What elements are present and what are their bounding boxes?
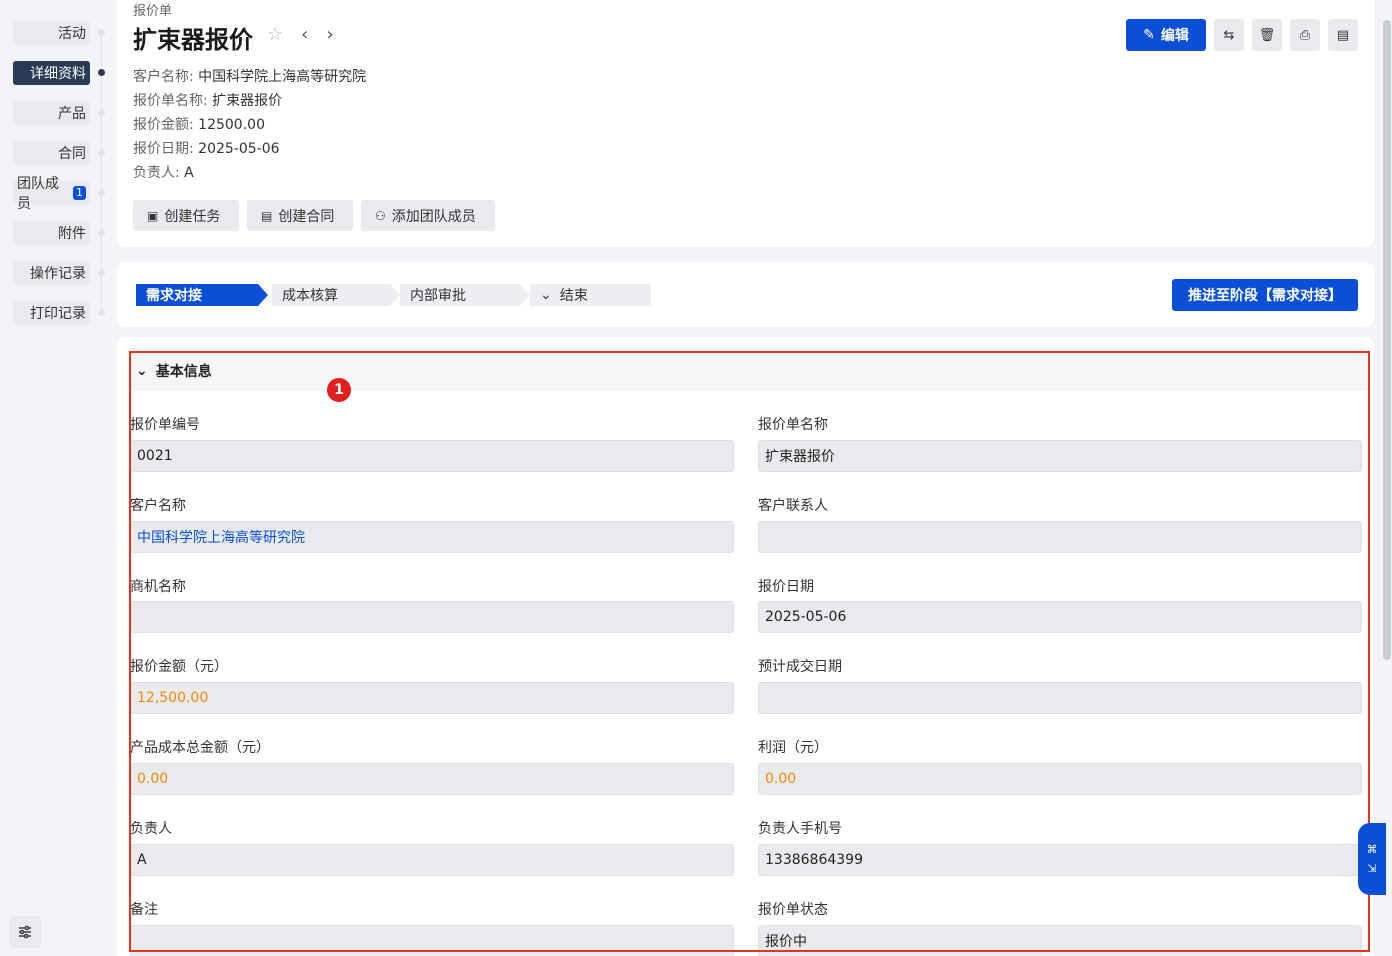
meta-amount: 报价金额: 12500.00	[133, 117, 265, 133]
users-icon: ⚇	[375, 208, 386, 223]
anchor-operation-log[interactable]: 操作记录	[13, 261, 90, 285]
transfer-icon: ⇆	[1223, 27, 1235, 43]
document-icon: ▤	[261, 208, 273, 223]
basic-info-section: ⌄ 基本信息 1 报价单编号 0021 报价单名称 扩束器报价 客户名称 中国科…	[117, 337, 1374, 956]
helper-icon-2: ⇲	[1367, 862, 1377, 875]
section-title: 基本信息	[155, 364, 212, 380]
quote-status-field[interactable]: 报价中	[758, 925, 1362, 956]
next-record-icon[interactable]: ›	[326, 24, 333, 45]
quote-amount-field[interactable]: 12,500.00	[130, 682, 734, 714]
scrollbar[interactable]	[1383, 20, 1391, 660]
owner-phone-field[interactable]: 13386864399	[758, 844, 1362, 876]
anchor-dot	[98, 109, 105, 116]
owner-field[interactable]: A	[130, 844, 734, 876]
prev-record-icon[interactable]: ‹	[301, 24, 308, 45]
stage-review[interactable]: 内部审批	[400, 284, 530, 306]
stage-bar: 需求对接 成本核算 内部审批 ⌄ 结束 推进至阶段【需求对接】	[117, 262, 1374, 327]
quote-date-field[interactable]: 2025-05-06	[758, 601, 1362, 633]
field-label: 备注	[130, 902, 158, 918]
field-label: 报价日期	[758, 579, 814, 595]
anchor-print-log[interactable]: 打印记录	[13, 301, 90, 325]
printer-icon: ⎙	[1299, 27, 1311, 43]
anchor-attachments[interactable]: 附件	[13, 221, 90, 245]
anchor-activity[interactable]: 活动	[13, 21, 90, 45]
anchor-products[interactable]: 产品	[13, 101, 90, 125]
product-cost-field[interactable]: 0.00	[130, 763, 734, 795]
meta-customer: 客户名称: 中国科学院上海高等研究院	[133, 69, 367, 85]
field-label: 报价单名称	[758, 417, 828, 433]
anchor-dot	[98, 189, 105, 196]
title-icons: ☆ ‹ ›	[267, 24, 334, 45]
create-task-button[interactable]: ▣ 创建任务	[133, 200, 239, 231]
anchor-team[interactable]: 团队成员 1	[13, 176, 90, 212]
chevron-down-icon: ⌄	[136, 363, 148, 379]
print-button[interactable]: ⎙	[1290, 19, 1320, 51]
stage-end[interactable]: ⌄ 结束	[530, 284, 651, 306]
meta-date: 报价日期: 2025-05-06	[133, 141, 280, 157]
transfer-button[interactable]: ⇆	[1214, 19, 1244, 51]
record-header: 报价单 扩束器报价 ☆ ‹ › 客户名称: 中国科学院上海高等研究院 报价单名称…	[117, 0, 1374, 247]
expected-close-date-field[interactable]	[758, 682, 1362, 714]
anchor-dot	[98, 269, 105, 276]
field-label: 负责人	[130, 821, 172, 837]
meta-quote-name: 报价单名称: 扩束器报价	[133, 93, 283, 109]
edit-icon: ✎	[1143, 27, 1155, 43]
trash-icon: 🗑	[1258, 27, 1276, 43]
profit-field[interactable]: 0.00	[758, 763, 1362, 795]
field-label: 预计成交日期	[758, 659, 842, 675]
remarks-field[interactable]	[130, 925, 734, 956]
page-title: 扩束器报价	[133, 26, 253, 54]
field-label: 报价金额（元）	[130, 659, 228, 675]
create-contract-button[interactable]: ▤ 创建合同	[247, 200, 353, 231]
floating-helper-tab[interactable]: ⌘ ⇲	[1358, 823, 1386, 895]
stage-requirement[interactable]: 需求对接	[136, 284, 268, 306]
edit-button[interactable]: ✎ 编辑	[1126, 19, 1206, 51]
more-button[interactable]: ▤	[1328, 19, 1358, 51]
file-icon: ▤	[1336, 27, 1350, 43]
anchor-dot	[98, 29, 105, 36]
anchor-dot-active	[98, 69, 105, 76]
anchor-nav: 活动 详细资料 产品 合同 团队成员 1 附件 操作记录 打印记录	[0, 0, 116, 956]
field-label: 客户名称	[130, 498, 186, 514]
field-label: 负责人手机号	[758, 821, 842, 837]
meta-owner: 负责人: A	[133, 165, 194, 181]
helper-icon: ⌘	[1366, 843, 1378, 856]
section-header[interactable]: ⌄ 基本信息	[130, 351, 1368, 391]
star-icon[interactable]: ☆	[267, 24, 283, 45]
chevron-down-icon: ⌄	[540, 287, 552, 303]
field-label: 客户联系人	[758, 498, 828, 514]
opportunity-name-field[interactable]	[130, 601, 734, 633]
field-label: 商机名称	[130, 579, 186, 595]
anchor-dot	[98, 149, 105, 156]
customer-contact-field[interactable]	[758, 521, 1362, 553]
customer-name-link[interactable]: 中国科学院上海高等研究院	[130, 521, 734, 553]
add-team-member-button[interactable]: ⚇ 添加团队成员	[361, 200, 495, 231]
field-label: 产品成本总金额（元）	[130, 740, 270, 756]
advance-stage-button[interactable]: 推进至阶段【需求对接】	[1172, 279, 1358, 311]
team-count-badge: 1	[73, 186, 86, 200]
field-label: 报价单编号	[130, 417, 200, 433]
breadcrumb: 报价单	[133, 4, 173, 19]
settings-button[interactable]	[9, 916, 41, 948]
quote-number-field[interactable]: 0021	[130, 440, 734, 472]
field-label: 报价单状态	[758, 902, 828, 918]
quote-name-field[interactable]: 扩束器报价	[758, 440, 1362, 472]
sliders-icon	[19, 925, 31, 939]
anchor-dot	[98, 309, 105, 316]
calendar-icon: ▣	[147, 208, 159, 223]
stage-costing[interactable]: 成本核算	[272, 284, 400, 306]
anchor-contracts[interactable]: 合同	[13, 141, 90, 165]
field-label: 利润（元）	[758, 740, 828, 756]
annotation-marker: 1	[327, 378, 351, 402]
delete-button[interactable]: 🗑	[1252, 19, 1282, 51]
anchor-dot	[98, 229, 105, 236]
anchor-details[interactable]: 详细资料	[13, 61, 90, 85]
